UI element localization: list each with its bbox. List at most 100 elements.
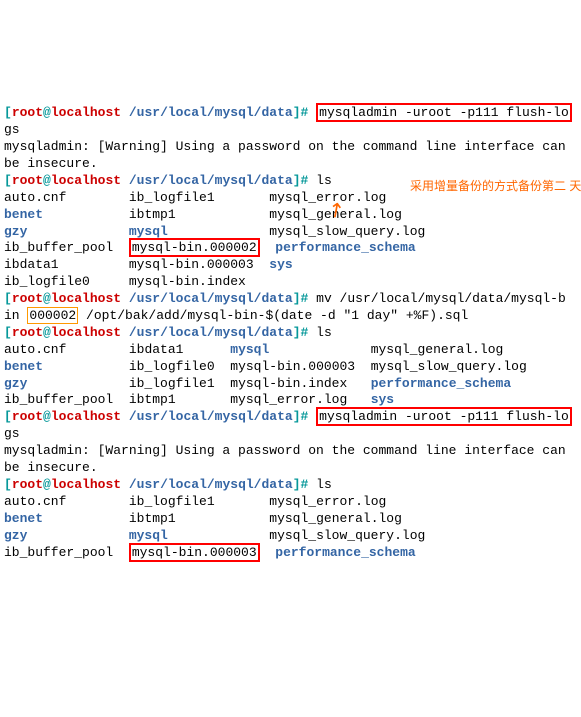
hash: # [301,325,309,340]
cwd: /usr/local/mysql/data [121,477,293,492]
dir: benet [4,359,43,374]
dir: gzy [4,376,27,391]
dir: mysql [129,224,168,239]
f: ibtmp1 [129,511,176,526]
f: ib_buffer_pool [4,392,113,407]
warning: mysqladmin: [Warning] Using a password o… [4,139,574,171]
at: @ [43,325,51,340]
cmd-mv-1: mv /usr/local/mysql/data/mysql-b [316,291,566,306]
bracket: [ [4,173,12,188]
annotation-text: 采用增量备份的方式备份第二 天新生成的数据文件 [410,179,581,193]
user: root [12,291,43,306]
bracket: ] [293,173,301,188]
cmd-mv-2b: 000002 [29,308,76,323]
f: ibtmp1 [129,207,176,222]
host: localhost [51,325,121,340]
host: localhost [51,409,121,424]
cmd-cont: gs [4,122,20,137]
bracket: [ [4,105,12,120]
cmd-text: mysqladmin -uroot -p111 flush-lo [319,105,569,120]
cmd-mv-2c: /opt/bak/add/mysql-bin-$(date -d "1 day"… [78,308,468,323]
at: @ [43,291,51,306]
dir: sys [371,392,394,407]
dir: benet [4,511,43,526]
f: ib_logfile0 [129,359,215,374]
host: localhost [51,291,121,306]
dir: gzy [4,528,27,543]
f: auto.cnf [4,342,66,357]
at: @ [43,477,51,492]
at: @ [43,409,51,424]
f: ib_logfile1 [129,190,215,205]
terminal[interactable]: { "annotation": "采用增量备份的方式备份第二\n天新生成的数据文… [4,21,577,646]
dir: performance_schema [275,240,415,255]
f: mysql_error.log [230,392,347,407]
warning: mysqladmin: [Warning] Using a password o… [4,443,574,475]
f: ib_buffer_pool [4,545,113,560]
bracket: ] [293,477,301,492]
dir: performance_schema [371,376,511,391]
dir: sys [269,257,292,272]
f: mysql-bin.000002 [132,240,257,255]
dir: mysql [230,342,269,357]
f: mysql_slow_query.log [269,224,425,239]
host: localhost [51,173,121,188]
bracket: ] [293,105,301,120]
hash: # [301,105,309,120]
cmd-flush-logs-2: mysqladmin -uroot -p111 flush-lo [316,407,572,426]
bracket: [ [4,325,12,340]
f: mysql-bin.index [129,274,246,289]
hash: # [301,173,309,188]
hash: # [301,291,309,306]
cmd-ls: ls [316,173,332,188]
user: root [12,325,43,340]
f: ibdata1 [129,342,184,357]
hash: # [301,477,309,492]
cmd-ls: ls [316,325,332,340]
user: root [12,173,43,188]
f: ib_logfile0 [4,274,90,289]
highlighted-binlog-000003: mysql-bin.000003 [129,543,260,562]
bracket: ] [293,291,301,306]
f: auto.cnf [4,494,66,509]
cwd: /usr/local/mysql/data [121,325,293,340]
bracket: [ [4,409,12,424]
cwd: /usr/local/mysql/data [121,409,293,424]
user: root [12,477,43,492]
at: @ [43,105,51,120]
highlighted-binlog-000002: mysql-bin.000002 [129,238,260,257]
cwd: /usr/local/mysql/data [121,291,293,306]
cmd-flush-logs-1: mysqladmin -uroot -p111 flush-lo [316,103,572,122]
f: ib_logfile1 [129,376,215,391]
dir: performance_schema [275,545,415,560]
user: root [12,409,43,424]
f: ibdata1 [4,257,59,272]
f: mysql_general.log [371,342,504,357]
f: mysql-bin.000003 [230,359,355,374]
f: mysql-bin.index [230,376,347,391]
dir: benet [4,207,43,222]
host: localhost [51,105,121,120]
user: root [12,105,43,120]
bracket: ] [293,325,301,340]
bracket: [ [4,291,12,306]
f: mysql_error.log [269,494,386,509]
f: mysql_general.log [269,511,402,526]
hash: # [301,409,309,424]
terminal-content[interactable]: [root@localhost /usr/local/mysql/data]# … [4,103,574,561]
cwd: /usr/local/mysql/data [121,173,293,188]
f: mysql_slow_query.log [371,359,527,374]
f: auto.cnf [4,190,66,205]
highlighted-000002-arg: 000002 [27,307,78,324]
dir: mysql [129,528,168,543]
bracket: [ [4,477,12,492]
f: mysql-bin.000003 [132,545,257,560]
cmd-cont: gs [4,426,20,441]
cwd: /usr/local/mysql/data [121,105,293,120]
cmd-ls: ls [316,477,332,492]
f: ibtmp1 [129,392,176,407]
f: mysql_slow_query.log [269,528,425,543]
f: mysql-bin.000003 [129,257,254,272]
f: ib_buffer_pool [4,240,113,255]
cmd-mv-2a: in [4,308,27,323]
